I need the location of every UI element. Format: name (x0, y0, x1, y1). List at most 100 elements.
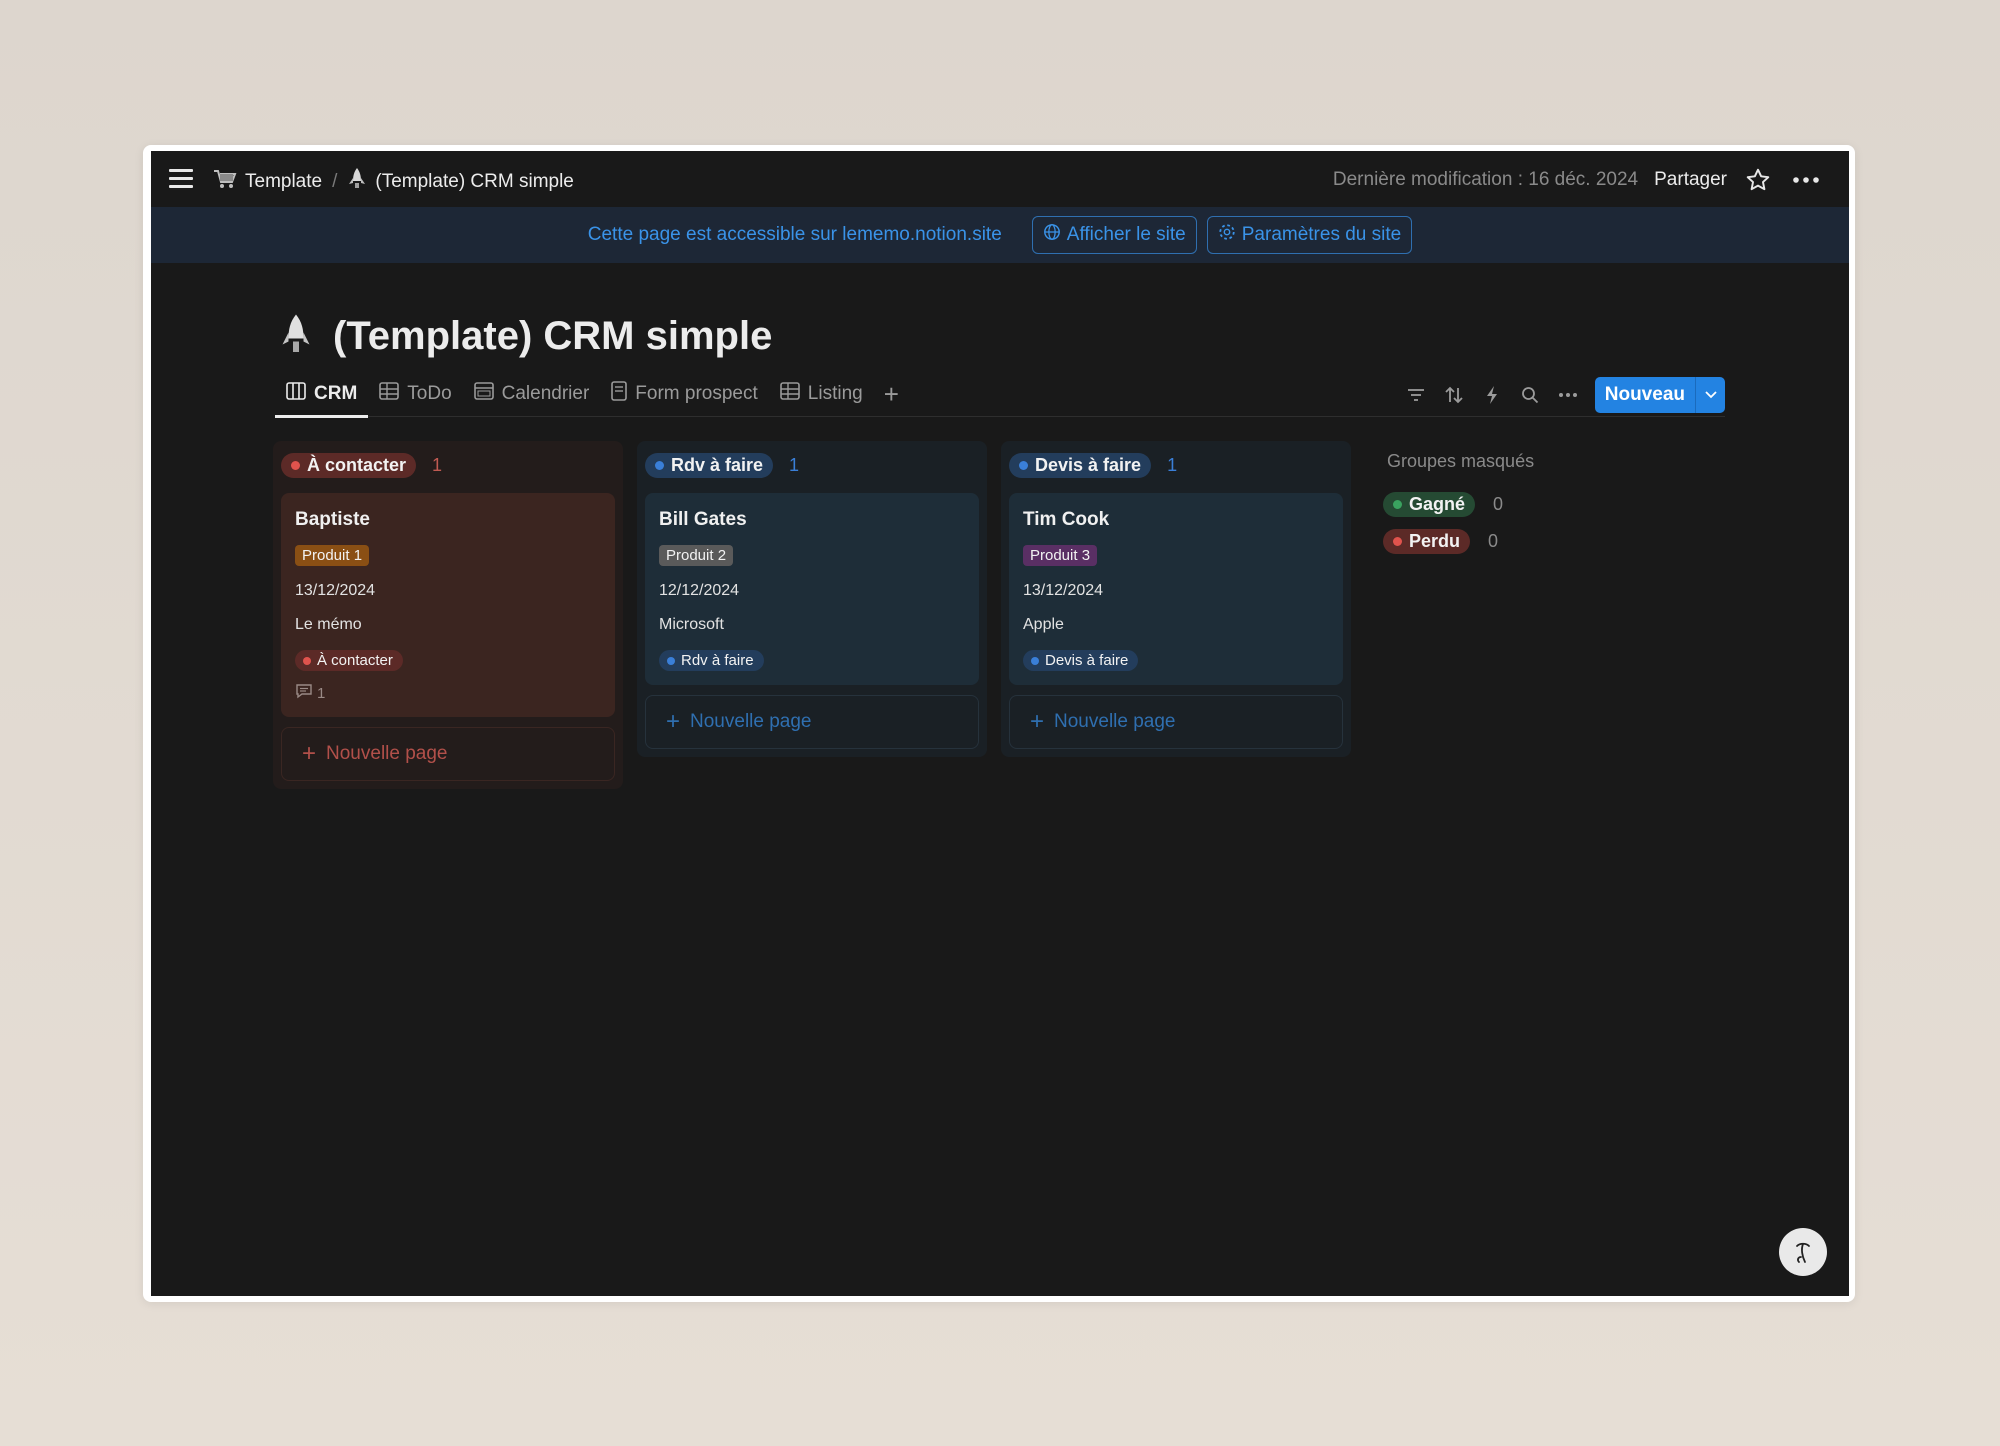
tab-label: Form prospect (635, 383, 758, 404)
card-title: Baptiste (295, 509, 370, 530)
table-icon (779, 382, 800, 406)
breadcrumb-label: Template (245, 171, 323, 192)
view-tabs: CRM ToDo Calendrier Form prospect Listin… (275, 371, 1725, 418)
column-header-pill[interactable]: Devis à faire (1009, 452, 1152, 478)
hidden-groups: Groupes masqués Gagné 0 Perdu 0 (1383, 451, 1534, 566)
tab-listing[interactable]: Listing (769, 371, 874, 417)
hidden-groups-title: Groupes masqués (1387, 451, 1535, 471)
top-bar: Template / (Template) CRM simple Dernièr… (151, 151, 1849, 207)
comment-icon (295, 683, 313, 703)
product-tag: Produit 2 (659, 545, 734, 566)
banner-text: Cette page est accessible sur lememo.not… (587, 224, 1002, 245)
group-pill: Perdu (1383, 529, 1471, 554)
comment-count-value: 1 (317, 684, 326, 702)
more-icon[interactable] (1551, 378, 1585, 412)
breadcrumb-item-template[interactable]: Template (213, 168, 322, 196)
board-column-devis-a-faire: Devis à faire 1 Tim Cook Produit 3 13/12… (1001, 441, 1351, 757)
site-settings-button[interactable]: Paramètres du site (1206, 216, 1413, 254)
comment-count[interactable]: 1 (295, 683, 601, 703)
card-date: 13/12/2024 (295, 582, 376, 599)
last-edit-text: Dernière modification : 16 déc. 2024 (1332, 169, 1639, 190)
tab-crm[interactable]: CRM (275, 371, 369, 418)
column-count: 1 (1167, 454, 1178, 475)
chevron-down-icon[interactable] (1695, 377, 1725, 413)
globe-icon (1043, 223, 1061, 247)
tab-label: Listing (807, 383, 863, 404)
filter-icon[interactable] (1399, 378, 1433, 412)
rocket-icon (347, 167, 367, 197)
breadcrumb-item-crm[interactable]: (Template) CRM simple (347, 167, 574, 197)
column-count: 1 (789, 454, 800, 475)
page-title[interactable]: (Template) CRM simple (333, 314, 772, 359)
search-icon[interactable] (1513, 378, 1547, 412)
hamburger-menu-icon[interactable] (169, 169, 193, 189)
column-count: 1 (432, 454, 443, 475)
plus-icon: + (666, 708, 681, 735)
card-title: Tim Cook (1023, 509, 1110, 530)
column-header-pill[interactable]: À contacter (281, 452, 417, 478)
view-site-label: Afficher le site (1066, 224, 1186, 245)
group-label: Perdu (1409, 531, 1461, 551)
status-dot (1019, 460, 1028, 470)
board-card[interactable]: Bill Gates Produit 2 12/12/2024 Microsof… (645, 493, 979, 685)
tab-label: CRM (314, 383, 358, 404)
new-button[interactable]: Nouveau (1594, 377, 1695, 413)
column-title: À contacter (307, 454, 407, 475)
board-column-a-contacter: À contacter 1 Baptiste Produit 1 13/12/2… (273, 441, 623, 789)
form-icon (611, 381, 628, 407)
board-card[interactable]: Tim Cook Produit 3 13/12/2024 Apple Devi… (1009, 493, 1343, 685)
sort-icon[interactable] (1437, 378, 1471, 412)
status-badge: Rdv à faire (659, 650, 764, 671)
new-page-button[interactable]: + Nouvelle page (645, 695, 979, 749)
more-options-icon[interactable] (1789, 165, 1823, 195)
app-window: Template / (Template) CRM simple Dernièr… (151, 151, 1849, 1296)
public-site-banner: Cette page est accessible sur lememo.not… (151, 207, 1849, 263)
breadcrumb-separator: / (332, 171, 338, 192)
table-icon (379, 382, 400, 406)
new-page-label: Nouvelle page (690, 711, 812, 732)
group-pill: Gagné (1383, 492, 1476, 517)
new-page-button[interactable]: + Nouvelle page (281, 727, 615, 781)
plus-icon: + (302, 740, 317, 767)
column-title: Rdv à faire (671, 454, 764, 475)
tab-todo[interactable]: ToDo (368, 371, 462, 417)
new-page-label: Nouvelle page (1054, 711, 1176, 732)
calendar-icon (473, 382, 494, 406)
cart-icon (213, 168, 237, 196)
group-label: Gagné (1409, 494, 1466, 514)
breadcrumb-label: (Template) CRM simple (375, 171, 574, 192)
card-company: Apple (1023, 616, 1064, 633)
column-header-pill[interactable]: Rdv à faire (645, 452, 774, 478)
status-dot (1393, 500, 1402, 509)
add-view-icon[interactable]: + (874, 379, 909, 410)
tab-label: ToDo (407, 383, 452, 404)
status-badge: Devis à faire (1023, 650, 1139, 671)
page-header: (Template) CRM simple (281, 313, 772, 360)
gear-icon (1218, 223, 1236, 247)
status-dot (1393, 537, 1402, 546)
new-button-group: Nouveau (1594, 377, 1725, 413)
board-card[interactable]: Baptiste Produit 1 13/12/2024 Le mémo À … (281, 493, 615, 717)
product-tag: Produit 1 (295, 545, 370, 566)
lightning-icon[interactable] (1475, 378, 1509, 412)
help-icon[interactable] (1779, 1228, 1827, 1276)
star-icon[interactable] (1741, 165, 1775, 195)
card-company: Microsoft (659, 616, 724, 633)
card-company: Le mémo (295, 616, 362, 633)
hidden-group-perdu[interactable]: Perdu 0 (1383, 529, 1534, 554)
board-column-rdv-a-faire: Rdv à faire 1 Bill Gates Produit 2 12/12… (637, 441, 987, 757)
tab-calendrier[interactable]: Calendrier (463, 371, 601, 417)
new-page-button[interactable]: + Nouvelle page (1009, 695, 1343, 749)
view-site-button[interactable]: Afficher le site (1031, 216, 1197, 254)
tab-form-prospect[interactable]: Form prospect (600, 371, 768, 417)
plus-icon: + (1030, 708, 1045, 735)
site-settings-label: Paramètres du site (1241, 224, 1402, 245)
hidden-group-gagne[interactable]: Gagné 0 (1383, 492, 1534, 517)
card-title: Bill Gates (659, 509, 747, 530)
database-toolbar: Nouveau (1399, 377, 1725, 413)
card-date: 12/12/2024 (659, 582, 740, 599)
group-count: 0 (1488, 531, 1499, 551)
new-page-label: Nouvelle page (326, 743, 448, 764)
share-button[interactable]: Partager (1654, 169, 1727, 191)
rocket-icon[interactable] (281, 313, 311, 360)
